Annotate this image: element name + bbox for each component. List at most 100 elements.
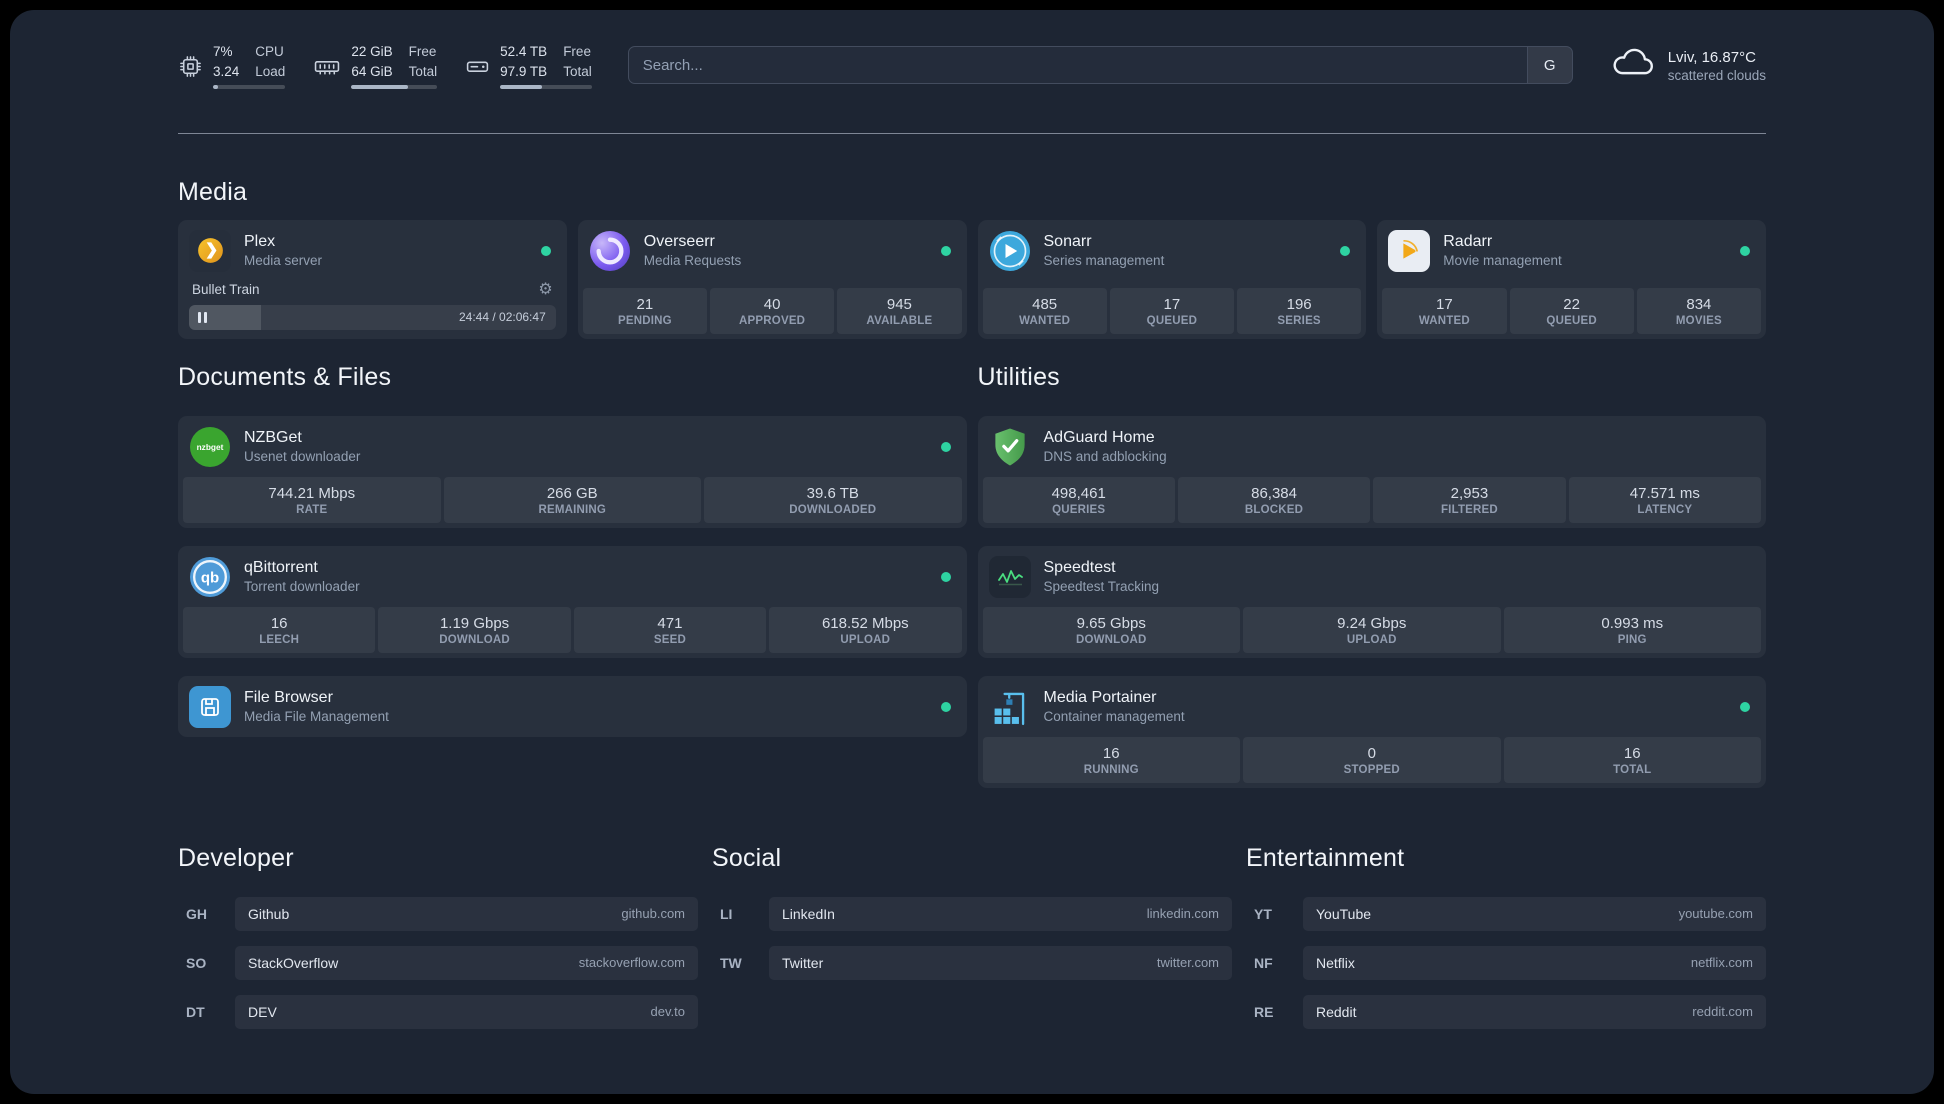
qbittorrent-icon: qb — [189, 556, 231, 598]
stat-value: 16 — [1623, 744, 1641, 762]
stat-label: UPLOAD — [1346, 633, 1397, 646]
stat-value: 266 GB — [546, 484, 598, 502]
pause-button[interactable] — [198, 311, 207, 323]
stat-label: LEECH — [259, 633, 300, 646]
bookmark-github[interactable]: GH Github github.com — [178, 896, 698, 931]
stat-value: 0 — [1367, 744, 1376, 762]
bookmark-abbr: RE — [1254, 1003, 1274, 1020]
service-name: Media Portainer — [1043, 689, 1157, 707]
stat: 16 LEECH — [183, 606, 376, 653]
stat-value: 86,384 — [1251, 484, 1297, 502]
stat-value: 0.993 ms — [1601, 614, 1664, 632]
bookmark-url: dev.to — [650, 1004, 685, 1020]
status-dot — [1740, 701, 1750, 712]
stat: 485 WANTED — [982, 287, 1107, 334]
bookmark-name: LinkedIn — [782, 905, 835, 922]
weather-condition: scattered clouds — [1667, 68, 1766, 84]
service-subtitle: Speedtest Tracking — [1043, 579, 1160, 595]
section-title-media: Media — [178, 177, 248, 206]
disk-widget: 52.4 TB 97.9 TB Free Total — [465, 42, 592, 89]
stat-value: 2,953 — [1450, 484, 1489, 502]
playback-time: 24:44 / 02:06:47 — [459, 310, 546, 325]
service-subtitle: Media server — [244, 253, 323, 269]
service-card-plex[interactable]: Plex Media server Bullet Train ⚙ 24:44 /… — [178, 219, 567, 339]
service-subtitle: Media File Management — [244, 709, 389, 725]
stat: 945 AVAILABLE — [837, 287, 962, 334]
stat-label: UPLOAD — [840, 633, 891, 646]
topbar-divider — [178, 132, 1766, 134]
stat-label: STOPPED — [1343, 763, 1400, 776]
service-name: Plex — [244, 233, 276, 251]
service-name: Radarr — [1443, 233, 1493, 251]
bookmark-abbr: YT — [1254, 905, 1272, 922]
stat-label: RATE — [296, 503, 328, 516]
bookmark-netflix[interactable]: NF Netflix netflix.com — [1246, 945, 1766, 980]
plex-icon — [189, 229, 231, 272]
stat: 196 SERIES — [1237, 287, 1362, 334]
service-card-portainer[interactable]: Media Portainer Container management 16 … — [977, 675, 1766, 788]
service-name: File Browser — [244, 689, 333, 707]
stat-value: 40 — [763, 295, 781, 313]
stat: 1.19 Gbps DOWNLOAD — [378, 606, 571, 653]
stat: 471 SEED — [573, 606, 767, 653]
stat-value: 834 — [1686, 295, 1712, 313]
nzbget-icon: nzbget — [189, 426, 231, 468]
stat-label: TOTAL — [1613, 763, 1652, 776]
stat-value: 16 — [1102, 744, 1120, 762]
stat: 39.6 TB DOWNLOADED — [704, 476, 962, 523]
bookmark-youtube[interactable]: YT YouTube youtube.com — [1246, 896, 1766, 931]
stat-label: MOVIES — [1675, 314, 1722, 327]
stat-label: PING — [1617, 633, 1647, 646]
weather-location: Lviv, 16.87°C — [1667, 49, 1756, 67]
stat-label: PENDING — [617, 314, 672, 327]
stat: 17 QUEUED — [1109, 287, 1234, 334]
search-input[interactable] — [628, 47, 1527, 84]
disk-progress-bar — [500, 85, 592, 89]
bookmark-abbr: NF — [1254, 954, 1273, 971]
stat: 0 STOPPED — [1243, 736, 1501, 783]
service-card-nzbget[interactable]: nzbget NZBGet Usenet downloader 744.21 M… — [178, 415, 967, 528]
stat-value: 196 — [1286, 295, 1312, 313]
stat-label: QUEUED — [1546, 314, 1597, 327]
service-card-filebrowser[interactable]: File Browser Media File Management — [178, 675, 967, 737]
adguard-icon — [989, 426, 1031, 468]
disk-total-value: 97.9 TB — [500, 63, 548, 79]
service-card-qbittorrent[interactable]: qb qBittorrent Torrent downloader 16 LEE… — [178, 545, 967, 658]
bookmark-name: Netflix — [1316, 954, 1355, 971]
weather-widget: Lviv, 16.87°C scattered clouds — [1609, 47, 1766, 84]
stat-label: LATENCY — [1637, 503, 1693, 516]
bookmark-linkedin[interactable]: LI LinkedIn linkedin.com — [712, 896, 1232, 931]
bookmark-reddit[interactable]: RE Reddit reddit.com — [1246, 994, 1766, 1029]
disk-free-value: 52.4 TB — [500, 44, 548, 59]
service-card-overseerr[interactable]: Overseerr Media Requests 21 PENDING 40 A… — [577, 219, 967, 339]
bookmark-abbr: TW — [720, 954, 742, 971]
service-name: AdGuard Home — [1043, 429, 1155, 447]
service-subtitle: Usenet downloader — [244, 449, 361, 465]
service-card-radarr[interactable]: Radarr Movie management 17 WANTED 22 QUE… — [1377, 219, 1766, 339]
bookmark-twitter[interactable]: TW Twitter twitter.com — [712, 945, 1232, 980]
service-card-speedtest[interactable]: Speedtest Speedtest Tracking 9.65 Gbps D… — [977, 545, 1766, 658]
stat: 21 PENDING — [582, 287, 707, 334]
cpu-load-label: Load — [255, 63, 286, 79]
memory-progress-bar — [351, 85, 438, 89]
cpu-widget: 7% 3.24 CPU Load — [178, 42, 286, 89]
filebrowser-icon — [189, 685, 231, 728]
playback-progress-bar[interactable]: 24:44 / 02:06:47 — [189, 304, 556, 330]
memory-total-value: 64 GiB — [351, 63, 393, 79]
portainer-icon — [989, 686, 1031, 728]
stat-value: 1.19 Gbps — [439, 614, 510, 632]
service-card-adguard[interactable]: AdGuard Home DNS and adblocking 498,461 … — [977, 415, 1766, 528]
stat-label: SERIES — [1277, 314, 1321, 327]
overseerr-icon — [589, 230, 631, 272]
bookmark-abbr: GH — [186, 905, 207, 922]
service-card-sonarr[interactable]: Sonarr Series management 485 WANTED 17 Q… — [977, 219, 1367, 339]
bookmark-stackoverflow[interactable]: SO StackOverflow stackoverflow.com — [178, 945, 698, 980]
bookmark-group-entertainment: Entertainment YT YouTube youtube.com NF … — [1246, 844, 1766, 1044]
search-provider-button[interactable]: G — [1526, 47, 1572, 84]
service-subtitle: Media Requests — [643, 253, 742, 269]
bookmark-abbr: LI — [720, 905, 733, 922]
bookmark-dev[interactable]: DT DEV dev.to — [178, 994, 698, 1029]
gear-icon[interactable]: ⚙ — [538, 281, 552, 298]
status-dot — [940, 441, 951, 452]
bookmark-url: github.com — [621, 906, 685, 922]
